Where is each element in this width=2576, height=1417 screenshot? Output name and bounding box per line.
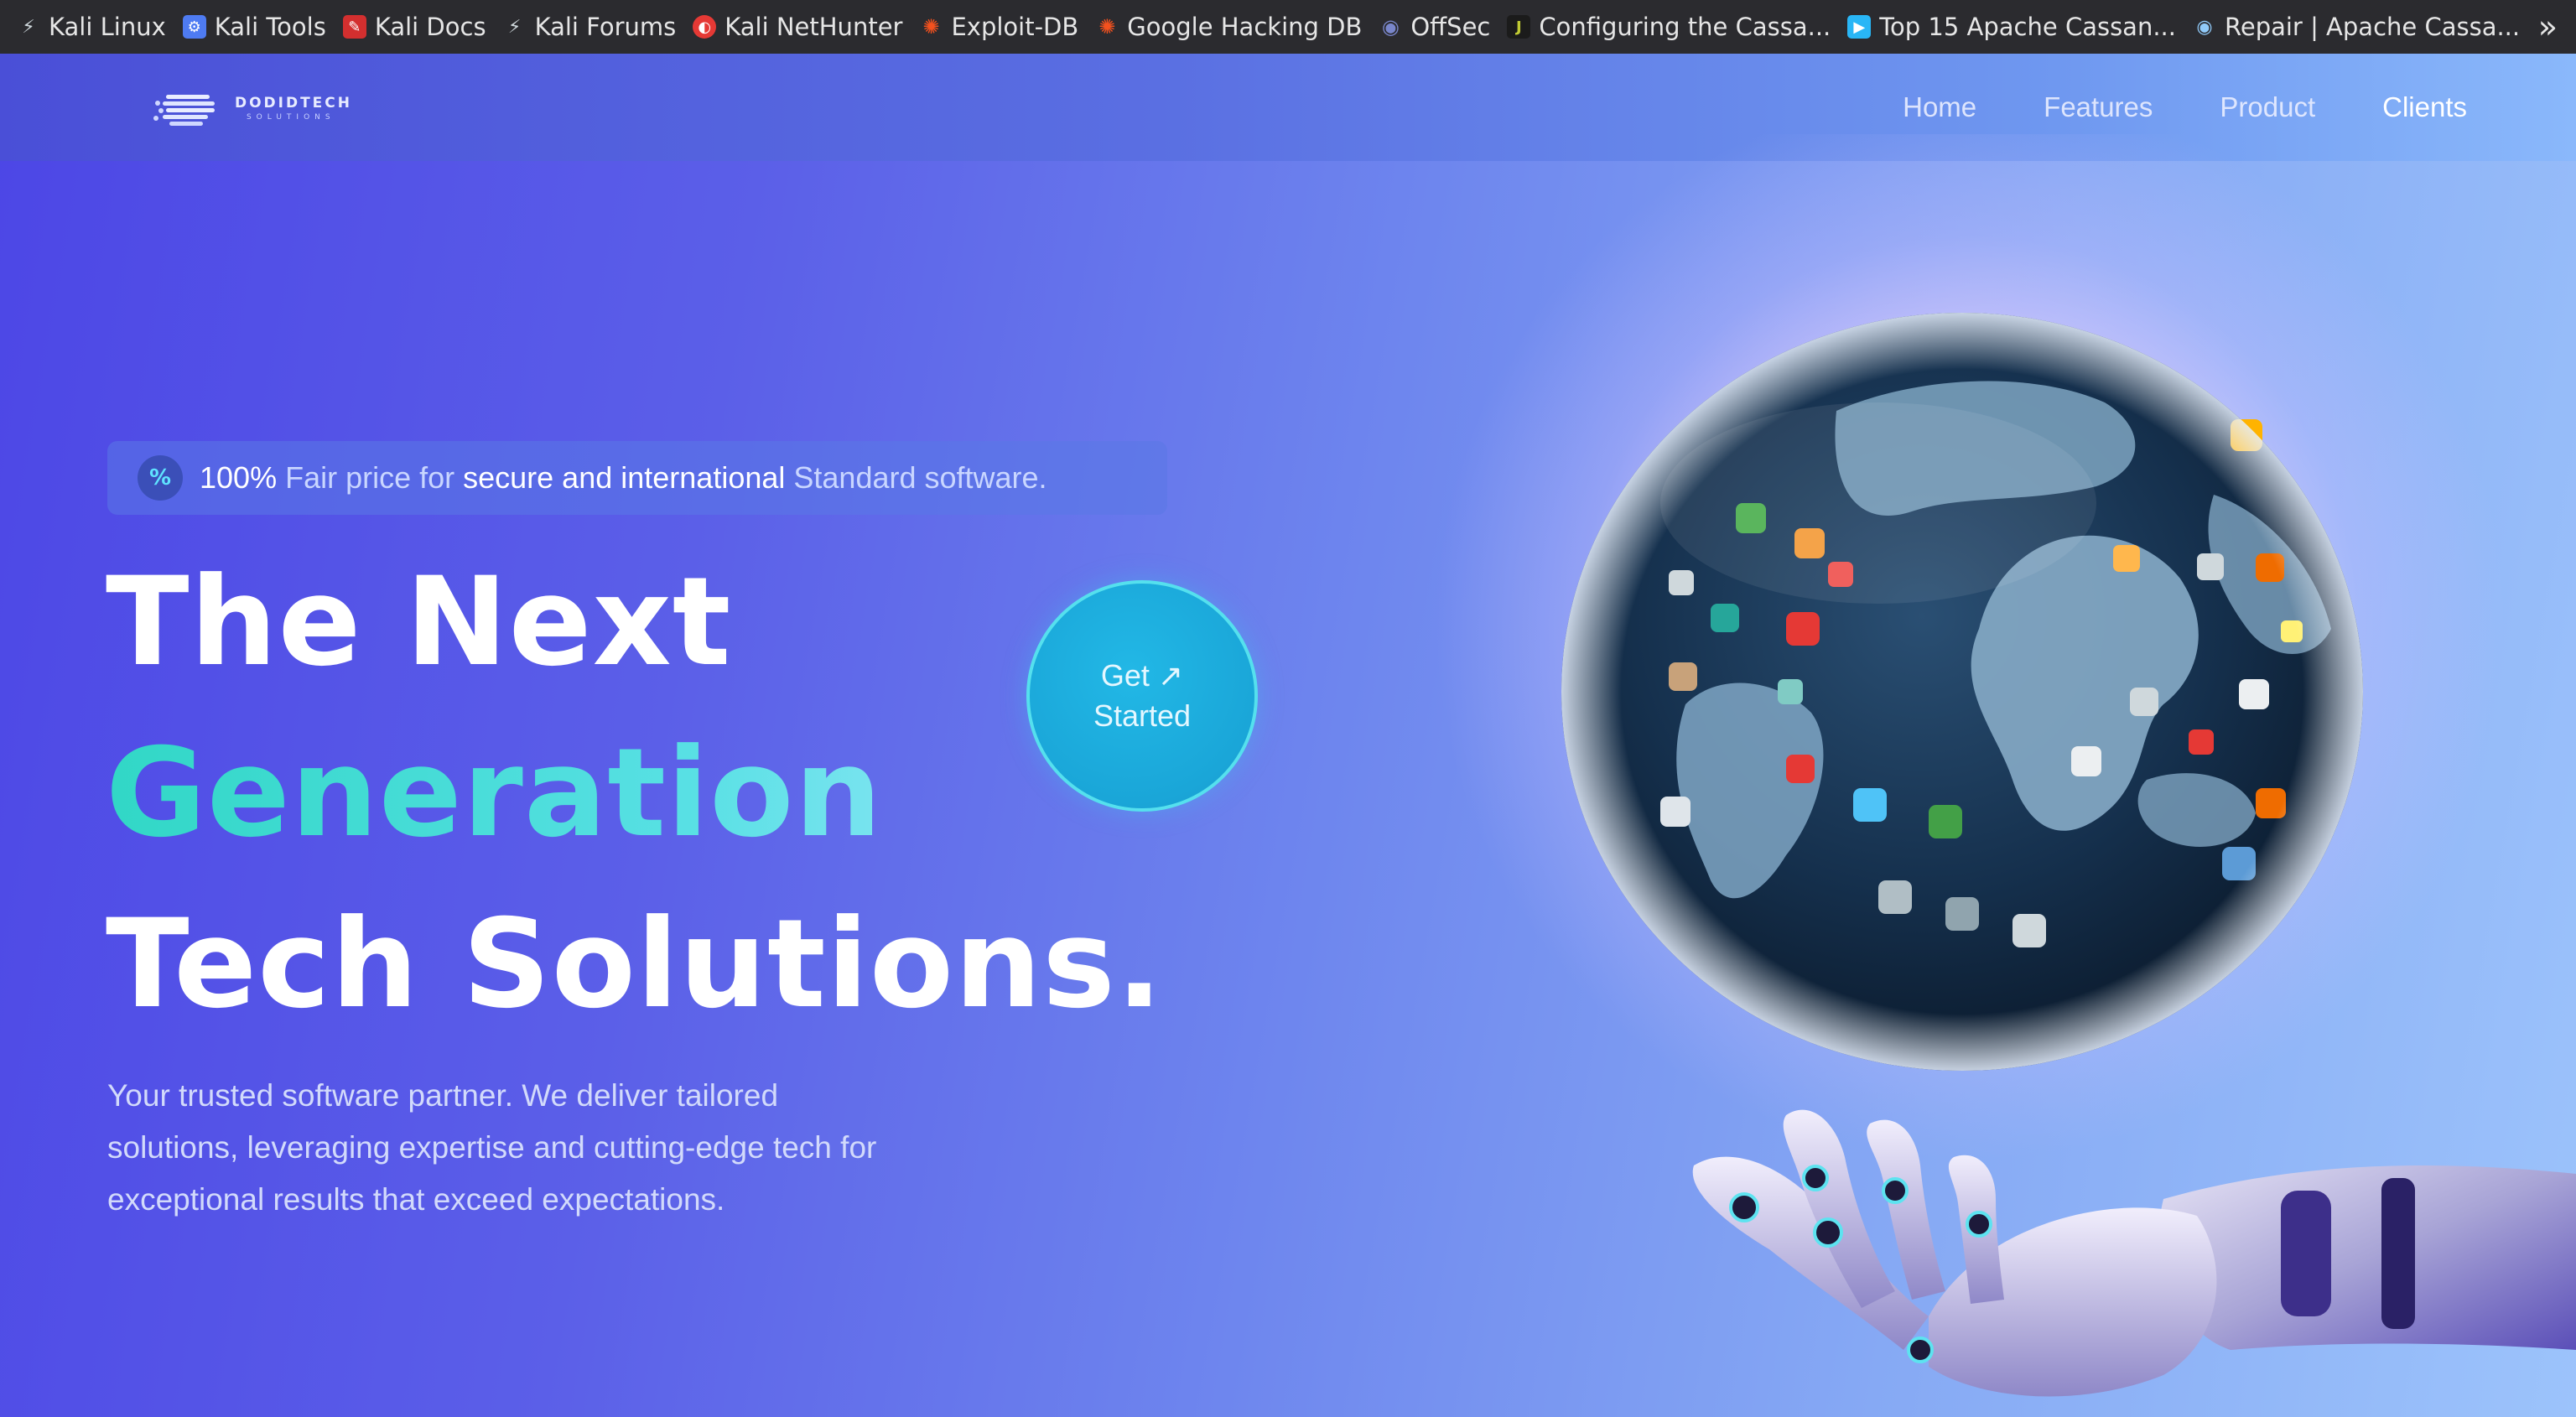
kali-dragon-icon: ⚡: [22, 16, 35, 38]
badge-segment: Standard software.: [785, 460, 1047, 495]
badge-highlight: 100%: [200, 460, 278, 495]
get-started-button[interactable]: Get ↗ Started: [1026, 580, 1258, 812]
nav-product[interactable]: Product: [2220, 91, 2315, 123]
logo-subtitle: SOLUTIONS: [246, 113, 335, 122]
kali-forums-icon: ⚡: [507, 16, 522, 38]
percent-icon: %: [138, 455, 183, 501]
hero-description: Your trusted software partner. We delive…: [107, 1078, 877, 1217]
bookmark-label: Repair | Apache Cassa...: [2225, 13, 2521, 41]
logo[interactable]: DODIDTECH SOLUTIONS: [151, 70, 352, 146]
nav-clients[interactable]: Clients: [2382, 91, 2467, 123]
bookmark-google-hacking-db[interactable]: ✺ Google Hacking DB: [1095, 0, 1362, 54]
bookmark-label: Kali Tools: [214, 13, 326, 41]
nethunter-icon: ◐: [693, 15, 717, 39]
bookmark-label: Exploit-DB: [951, 13, 1079, 41]
j-icon: J: [1507, 15, 1531, 39]
logo-mark-icon: [153, 95, 215, 126]
bookmark-label: Kali Linux: [49, 13, 166, 41]
bookmark-label: Kali Forums: [534, 13, 677, 41]
bookmark-kali-linux[interactable]: ⚡ Kali Linux: [17, 0, 166, 54]
ghdb-icon: ✺: [1098, 15, 1116, 39]
cassandra-icon: ▶: [1847, 15, 1872, 39]
offsec-icon: ◉: [1381, 15, 1400, 39]
badge-highlight: secure and international: [463, 460, 786, 495]
headline-line-2: Generation: [106, 708, 1163, 879]
cta-label-line-1: Get ↗: [1100, 658, 1184, 693]
bookmark-offsec[interactable]: ◉ OffSec: [1379, 0, 1491, 54]
bookmark-label: OffSec: [1410, 13, 1491, 41]
bookmarks-bar: ⚡ Kali Linux ⚙ Kali Tools ✎ Kali Docs ⚡ …: [0, 0, 2576, 54]
cassandra-eye-icon: ◉: [2196, 16, 2213, 38]
bookmark-configuring-cassandra[interactable]: J Configuring the Cassa...: [1507, 0, 1831, 54]
headline-line-3: Tech Solutions.: [106, 893, 1164, 1036]
globe-illustration: [1561, 313, 2363, 1071]
logo-name: DODIDTECH: [234, 95, 352, 112]
bookmark-label: Configuring the Cassa...: [1539, 13, 1831, 41]
robot-hand-illustration: [1692, 1109, 2576, 1397]
headline-line-1: The Next: [106, 551, 732, 693]
hero-headline: The Next Generation Tech Solutions.: [106, 537, 1163, 1050]
bookmark-top-15-cassandra[interactable]: ▶ Top 15 Apache Cassan...: [1847, 0, 2176, 54]
bookmark-label: Top 15 Apache Cassan...: [1879, 13, 2176, 41]
bookmark-label: Kali NetHunter: [724, 13, 903, 41]
bookmark-exploit-db[interactable]: ✺ Exploit-DB: [919, 0, 1078, 54]
bookmark-kali-forums[interactable]: ⚡ Kali Forums: [503, 0, 677, 54]
nav-home[interactable]: Home: [1903, 91, 1976, 123]
kali-tools-icon: ⚙: [182, 15, 206, 39]
double-chevron-right-icon[interactable]: »: [2538, 0, 2558, 54]
nav-features[interactable]: Features: [2044, 91, 2153, 123]
kali-docs-icon: ✎: [342, 15, 366, 39]
bookmark-kali-docs[interactable]: ✎ Kali Docs: [342, 0, 486, 54]
bookmark-repair-cassandra[interactable]: ◉ Repair | Apache Cassa...: [2193, 0, 2520, 54]
bookmark-kali-nethunter[interactable]: ◐ Kali NetHunter: [693, 0, 902, 54]
bookmark-label: Kali Docs: [374, 13, 486, 41]
promo-badge: % 100% Fair price for secure and interna…: [107, 441, 1167, 515]
badge-text: 100% Fair price for secure and internati…: [200, 460, 1047, 496]
exploit-db-icon: ✺: [922, 15, 940, 39]
bookmark-kali-tools[interactable]: ⚙ Kali Tools: [182, 0, 326, 54]
bookmark-label: Google Hacking DB: [1127, 13, 1363, 41]
cta-label-line-2: Started: [1093, 698, 1192, 733]
badge-segment: Fair price for: [277, 460, 464, 495]
